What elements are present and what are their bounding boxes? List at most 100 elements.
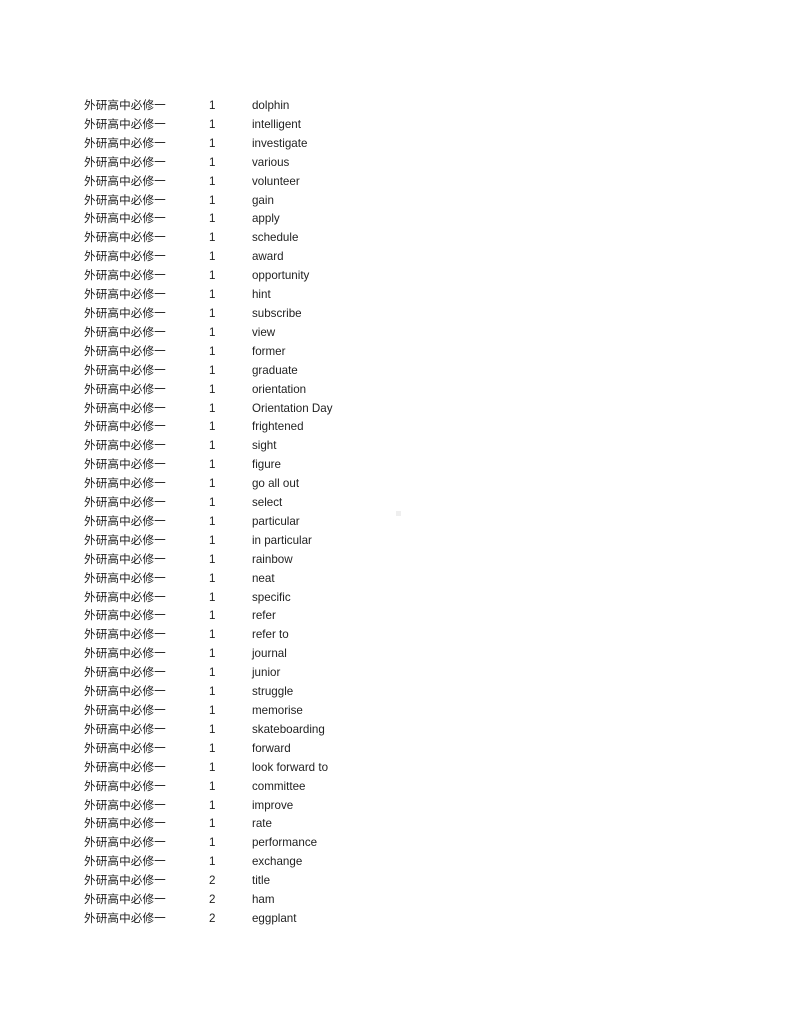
table-row: 外研高中必修一 1 forward bbox=[84, 740, 504, 759]
cell-word: investigate bbox=[251, 136, 308, 150]
cell-word: gain bbox=[251, 193, 274, 207]
cell-unit: 1 bbox=[208, 836, 216, 850]
cell-unit: 1 bbox=[208, 760, 216, 774]
cell-book: 外研高中必修一 bbox=[84, 117, 166, 131]
cell-word: former bbox=[251, 344, 286, 358]
cell-book: 外研高中必修一 bbox=[84, 552, 166, 566]
cell-word: committee bbox=[251, 779, 306, 793]
cell-unit: 1 bbox=[208, 571, 216, 585]
cell-word: performance bbox=[251, 836, 318, 850]
table-row: 外研高中必修一 1 rainbow bbox=[84, 551, 504, 570]
table-row: 外研高中必修一 1 gain bbox=[84, 192, 504, 211]
cell-book: 外研高中必修一 bbox=[84, 193, 166, 207]
cell-word: award bbox=[251, 250, 284, 264]
cell-unit: 1 bbox=[208, 514, 216, 528]
cell-unit: 1 bbox=[208, 269, 216, 283]
cell-word: figure bbox=[251, 458, 281, 472]
cell-book: 外研高中必修一 bbox=[84, 685, 166, 699]
cell-unit: 1 bbox=[208, 250, 216, 264]
table-row: 外研高中必修一 1 award bbox=[84, 248, 504, 267]
cell-book: 外研高中必修一 bbox=[84, 155, 166, 169]
cell-word: subscribe bbox=[251, 306, 302, 320]
cell-word: improve bbox=[251, 798, 294, 812]
table-row: 外研高中必修一 1 various bbox=[84, 154, 504, 173]
table-row: 外研高中必修一 1 orientation bbox=[84, 381, 504, 400]
cell-book: 外研高中必修一 bbox=[84, 779, 166, 793]
cell-word: memorise bbox=[251, 704, 303, 717]
table-row: 外研高中必修一 1 frightened bbox=[84, 418, 504, 437]
cell-unit: 1 bbox=[208, 685, 216, 699]
cell-word: hint bbox=[251, 288, 271, 302]
cell-book: 外研高中必修一 bbox=[84, 382, 166, 396]
cell-unit: 1 bbox=[208, 666, 216, 680]
cell-word: rate bbox=[251, 817, 272, 831]
table-row: 外研高中必修一 1 memorise bbox=[84, 702, 504, 721]
table-row: 外研高中必修一 1 skateboarding bbox=[84, 721, 504, 740]
cell-book: 外研高中必修一 bbox=[84, 666, 166, 680]
cell-word: dolphin bbox=[251, 99, 290, 112]
cell-book: 外研高中必修一 bbox=[84, 911, 166, 925]
table-row: 外研高中必修一 1 performance bbox=[84, 834, 504, 853]
cell-unit: 1 bbox=[208, 155, 216, 169]
cell-unit: 2 bbox=[208, 893, 216, 907]
cell-unit: 1 bbox=[208, 855, 216, 869]
cell-word: refer bbox=[251, 609, 276, 623]
table-row: 外研高中必修一 1 sight bbox=[84, 437, 504, 456]
table-row: 外研高中必修一 1 in particular bbox=[84, 532, 504, 551]
cell-book: 外研高中必修一 bbox=[84, 514, 166, 528]
cell-word: journal bbox=[251, 647, 287, 661]
faint-gray-mark-artifact bbox=[396, 511, 401, 516]
cell-book: 外研高中必修一 bbox=[84, 288, 166, 302]
cell-book: 外研高中必修一 bbox=[84, 420, 166, 434]
cell-book: 外研高中必修一 bbox=[84, 136, 166, 150]
table-row: 外研高中必修一 1 subscribe bbox=[84, 305, 504, 324]
cell-book: 外研高中必修一 bbox=[84, 250, 166, 264]
table-row: 外研高中必修一 1 refer to bbox=[84, 626, 504, 645]
cell-unit: 1 bbox=[208, 401, 216, 415]
cell-unit: 1 bbox=[208, 99, 216, 112]
cell-unit: 1 bbox=[208, 609, 216, 623]
cell-word: in particular bbox=[251, 533, 312, 547]
cell-book: 外研高中必修一 bbox=[84, 174, 166, 188]
cell-word: apply bbox=[251, 212, 280, 226]
cell-unit: 1 bbox=[208, 439, 216, 453]
cell-word: forward bbox=[251, 741, 291, 755]
cell-unit: 1 bbox=[208, 212, 216, 226]
cell-word: struggle bbox=[251, 685, 294, 699]
cell-unit: 1 bbox=[208, 458, 216, 472]
table-row: 外研高中必修一 1 junior bbox=[84, 664, 504, 683]
cell-word: look forward to bbox=[251, 760, 329, 774]
cell-word: exchange bbox=[251, 855, 303, 869]
cell-book: 外研高中必修一 bbox=[84, 99, 166, 112]
cell-word: orientation bbox=[251, 382, 307, 396]
table-row: 外研高中必修一 1 schedule bbox=[84, 229, 504, 248]
table-row: 外研高中必修一 1 refer bbox=[84, 607, 504, 626]
cell-unit: 1 bbox=[208, 590, 216, 604]
table-row: 外研高中必修一 1 dolphin bbox=[84, 97, 504, 116]
table-row: 外研高中必修一 1 specific bbox=[84, 589, 504, 608]
cell-word: sight bbox=[251, 439, 277, 453]
cell-book: 外研高中必修一 bbox=[84, 571, 166, 585]
cell-word: intelligent bbox=[251, 117, 301, 131]
table-row: 外研高中必修一 1 rate bbox=[84, 815, 504, 834]
cell-book: 外研高中必修一 bbox=[84, 344, 166, 358]
vocabulary-table-body: 外研高中必修一 1 dolphin 外研高中必修一 1 intelligent 外研高中必修… bbox=[84, 97, 504, 929]
cell-word: volunteer bbox=[251, 174, 300, 188]
table-row: 外研高中必修一 1 graduate bbox=[84, 362, 504, 381]
cell-unit: 1 bbox=[208, 288, 216, 302]
cell-book: 外研高中必修一 bbox=[84, 496, 166, 510]
cell-unit: 1 bbox=[208, 628, 216, 642]
cell-book: 外研高中必修一 bbox=[84, 590, 166, 604]
table-row: 外研高中必修一 1 opportunity bbox=[84, 267, 504, 286]
cell-book: 外研高中必修一 bbox=[84, 722, 166, 736]
cell-word: ham bbox=[251, 893, 275, 907]
cell-book: 外研高中必修一 bbox=[84, 741, 166, 755]
cell-unit: 1 bbox=[208, 231, 216, 245]
cell-word: schedule bbox=[251, 231, 299, 245]
cell-word: particular bbox=[251, 514, 300, 528]
table-row: 外研高中必修一 1 particular bbox=[84, 513, 504, 532]
cell-book: 外研高中必修一 bbox=[84, 212, 166, 226]
cell-word: junior bbox=[251, 666, 281, 680]
cell-word: frightened bbox=[251, 420, 304, 434]
table-row: 外研高中必修一 1 journal bbox=[84, 645, 504, 664]
